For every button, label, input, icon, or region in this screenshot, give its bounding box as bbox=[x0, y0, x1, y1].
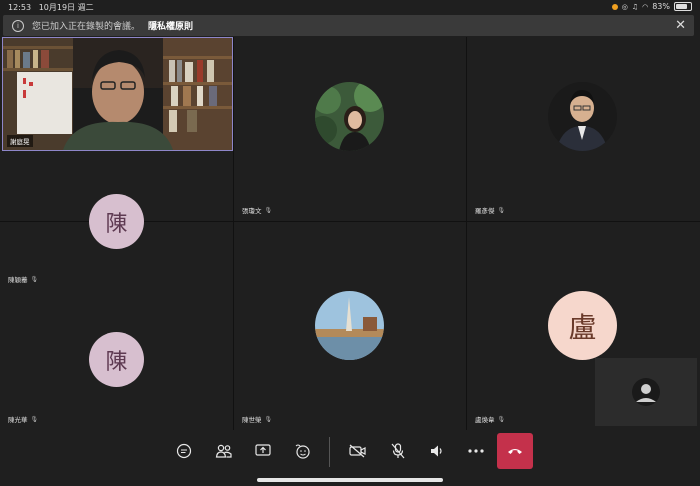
video-feed-image bbox=[3, 38, 232, 150]
toolbar-divider bbox=[329, 437, 330, 467]
status-bar: 12:53 10月19日 週二 ◎ ♫ ◠ 83% bbox=[0, 0, 700, 14]
participant-name: 陳穎蓁 bbox=[8, 276, 28, 284]
mic-off-icon: 🎙︎ bbox=[497, 415, 506, 423]
mic-off-icon: 🎙︎ bbox=[497, 206, 506, 214]
participants-icon[interactable] bbox=[212, 439, 236, 463]
mic-off-icon: 🎙︎ bbox=[264, 415, 273, 423]
participant-avatar: 陳 bbox=[89, 332, 144, 387]
participant-photo bbox=[315, 82, 384, 151]
screen-icon: ◎ bbox=[621, 2, 628, 11]
participant-tile[interactable]: 陳 陳穎蓁 🎙︎ bbox=[0, 151, 233, 290]
self-avatar bbox=[632, 378, 660, 406]
participant-tile[interactable]: 陳世榮 🎙︎ bbox=[234, 222, 466, 430]
hangup-button[interactable] bbox=[497, 433, 533, 469]
chat-icon[interactable] bbox=[172, 439, 196, 463]
participant-name: 羅彥傑 bbox=[475, 207, 495, 215]
mic-off-icon[interactable] bbox=[386, 439, 410, 463]
battery-percent: 83% bbox=[652, 2, 670, 11]
recording-banner: i 您已加入正在錄製的會議。 隱私權原則 ✕ bbox=[3, 15, 694, 36]
participant-tile[interactable]: 張瓊文 🎙︎ bbox=[234, 37, 466, 221]
speaker-icon[interactable] bbox=[425, 439, 449, 463]
status-time: 12:53 bbox=[8, 3, 32, 12]
share-icon[interactable] bbox=[251, 439, 275, 463]
more-icon[interactable] bbox=[464, 439, 488, 463]
self-view[interactable] bbox=[595, 358, 697, 426]
participant-photo bbox=[315, 291, 384, 360]
banner-message: 您已加入正在錄製的會議。 bbox=[32, 22, 141, 32]
close-icon[interactable]: ✕ bbox=[675, 18, 686, 33]
participant-name: 謝庭晃 bbox=[7, 135, 33, 147]
wifi-icon: ◠ bbox=[642, 2, 649, 11]
participant-avatar: 陳 bbox=[89, 194, 144, 249]
participant-tile[interactable]: 陳 陳光華 🎙︎ bbox=[0, 290, 233, 430]
participant-photo bbox=[548, 82, 617, 151]
status-date: 10月19日 週二 bbox=[38, 3, 94, 12]
mic-off-icon: 🎙︎ bbox=[264, 206, 273, 214]
participant-tile[interactable]: 羅彥傑 🎙︎ bbox=[467, 37, 700, 221]
participant-name: 陳光華 bbox=[8, 416, 28, 424]
info-icon: i bbox=[12, 19, 24, 32]
camera-off-icon[interactable] bbox=[346, 439, 370, 463]
participant-video: 謝庭晃 bbox=[2, 37, 233, 151]
mic-off-icon: 🎙︎ bbox=[30, 415, 39, 423]
mic-off-icon: 🎙︎ bbox=[30, 275, 39, 283]
participant-name: 陳世榮 bbox=[242, 416, 262, 424]
recording-dot-icon bbox=[611, 3, 618, 10]
privacy-policy-link[interactable]: 隱私權原則 bbox=[148, 19, 193, 32]
participant-avatar: 盧 bbox=[548, 291, 617, 360]
hangup-icon bbox=[508, 449, 522, 454]
home-indicator[interactable] bbox=[257, 478, 443, 482]
participant-name: 盧煥韋 bbox=[475, 416, 495, 424]
reactions-icon[interactable] bbox=[290, 439, 314, 463]
headphones-icon: ♫ bbox=[631, 2, 639, 11]
participant-name: 張瓊文 bbox=[242, 207, 262, 215]
battery-icon bbox=[674, 2, 692, 11]
